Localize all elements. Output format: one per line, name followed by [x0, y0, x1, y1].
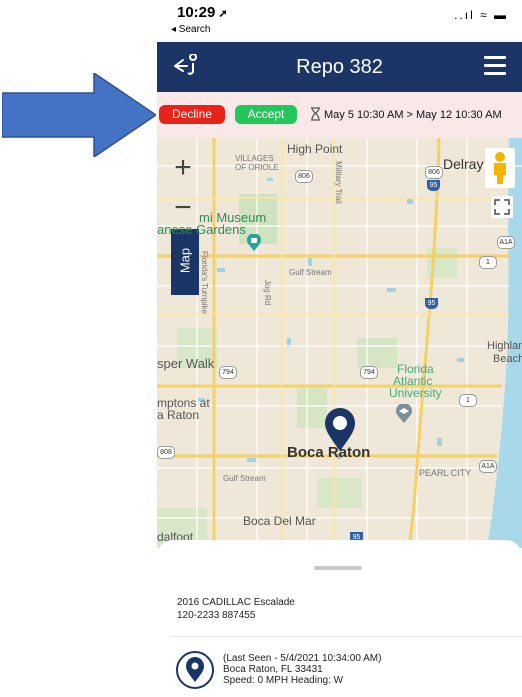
back-to-app-link[interactable]: ◂ Search — [171, 24, 210, 35]
street-view-pegman-icon[interactable] — [485, 148, 515, 188]
hourglass-icon — [311, 107, 320, 121]
map-label: Highland — [487, 340, 522, 352]
fullscreen-icon[interactable] — [491, 196, 513, 218]
divider — [171, 636, 522, 637]
road-shield: 794 — [360, 366, 378, 379]
map-label: High Point — [287, 142, 343, 156]
map-label: Jog Rd — [263, 279, 273, 306]
map-label: anese Gardens — [157, 222, 246, 237]
last-seen-address: Boca Raton, FL 33431 — [223, 664, 323, 675]
map-view[interactable]: + − Map High Point VILLAGES OF ORIOLE De… — [157, 138, 522, 548]
map-label: VILLAGES — [235, 154, 274, 163]
road-shield: 806 — [425, 166, 443, 179]
schedule-text: May 5 10:30 AM > May 12 10:30 AM — [324, 109, 502, 121]
map-label: Delray — [443, 156, 484, 172]
vehicle-location-pin-icon[interactable] — [323, 408, 357, 452]
speed-heading: Speed: 0 MPH Heading: W — [223, 675, 344, 686]
road-shield: 808 — [157, 446, 175, 459]
vehicle-plate: 120-2233 887455 — [177, 610, 256, 621]
map-label: OF ORIOLE — [235, 163, 279, 172]
header-bar: Repo 382 — [157, 42, 522, 92]
status-bar: 10:29 ➚ ◂ Search ..ıl ≈ ▬ — [157, 0, 522, 42]
sheet-drag-handle[interactable] — [314, 566, 362, 570]
map-label: a Raton — [157, 408, 200, 422]
map-label: sper Walk — [157, 356, 215, 371]
location-arrow-icon: ➚ — [215, 8, 228, 20]
university-poi-icon — [396, 404, 412, 423]
road-shield: A1A — [497, 236, 515, 249]
zoom-in-button[interactable]: + — [161, 148, 205, 188]
museum-poi-icon — [247, 234, 261, 251]
page-title: Repo 382 — [296, 56, 383, 78]
pointer-arrow-icon — [2, 73, 156, 157]
hamburger-menu-icon[interactable] — [484, 56, 506, 78]
road-shield: 1 — [479, 256, 497, 269]
decline-button[interactable]: Decline — [159, 105, 225, 124]
map-label: Boca Del Mar — [243, 514, 316, 528]
accept-button[interactable]: Accept — [235, 105, 297, 124]
location-pin-icon — [176, 651, 214, 689]
road-shield: A1A — [479, 460, 497, 473]
schedule-window: May 5 10:30 AM > May 12 10:30 AM — [310, 107, 502, 121]
map-label: Military Trail — [333, 161, 343, 204]
system-status-icons: ..ıl ≈ ▬ — [454, 8, 508, 22]
interstate-shield: 95 — [427, 180, 440, 191]
map-tab[interactable]: Map — [171, 229, 199, 295]
road-shield: 794 — [219, 366, 237, 379]
vehicle-name: 2016 CADILLAC Escalade — [177, 597, 295, 608]
phone-screen: 10:29 ➚ ◂ Search ..ıl ≈ ▬ Repo 382 Decli… — [157, 0, 522, 697]
map-label: PEARL CITY — [419, 468, 472, 478]
vehicle-details-sheet[interactable]: 2016 CADILLAC Escalade 120-2233 887455 (… — [157, 540, 522, 697]
assignment-action-bar: Decline Accept May 5 10:30 AM > May 12 1… — [157, 92, 522, 138]
map-label: Gulf Stream — [289, 268, 332, 277]
map-label: Gulf Stream — [223, 474, 266, 483]
status-time: 10:29 ➚ — [177, 4, 228, 21]
last-seen-time: (Last Seen - 5/4/2021 10:34:00 AM) — [223, 653, 382, 664]
map-label: University — [389, 386, 442, 400]
interstate-shield: 95 — [425, 298, 438, 309]
map-label: Florida's Turnpike — [199, 251, 209, 314]
map-label: Beach — [493, 353, 522, 365]
road-shield: 1 — [459, 394, 477, 407]
road-shield: 806 — [295, 170, 313, 183]
vehicle-info: 2016 CADILLAC Escalade 120-2233 887455 — [177, 596, 295, 622]
last-seen-info: (Last Seen - 5/4/2021 10:34:00 AM) Boca … — [223, 653, 381, 686]
